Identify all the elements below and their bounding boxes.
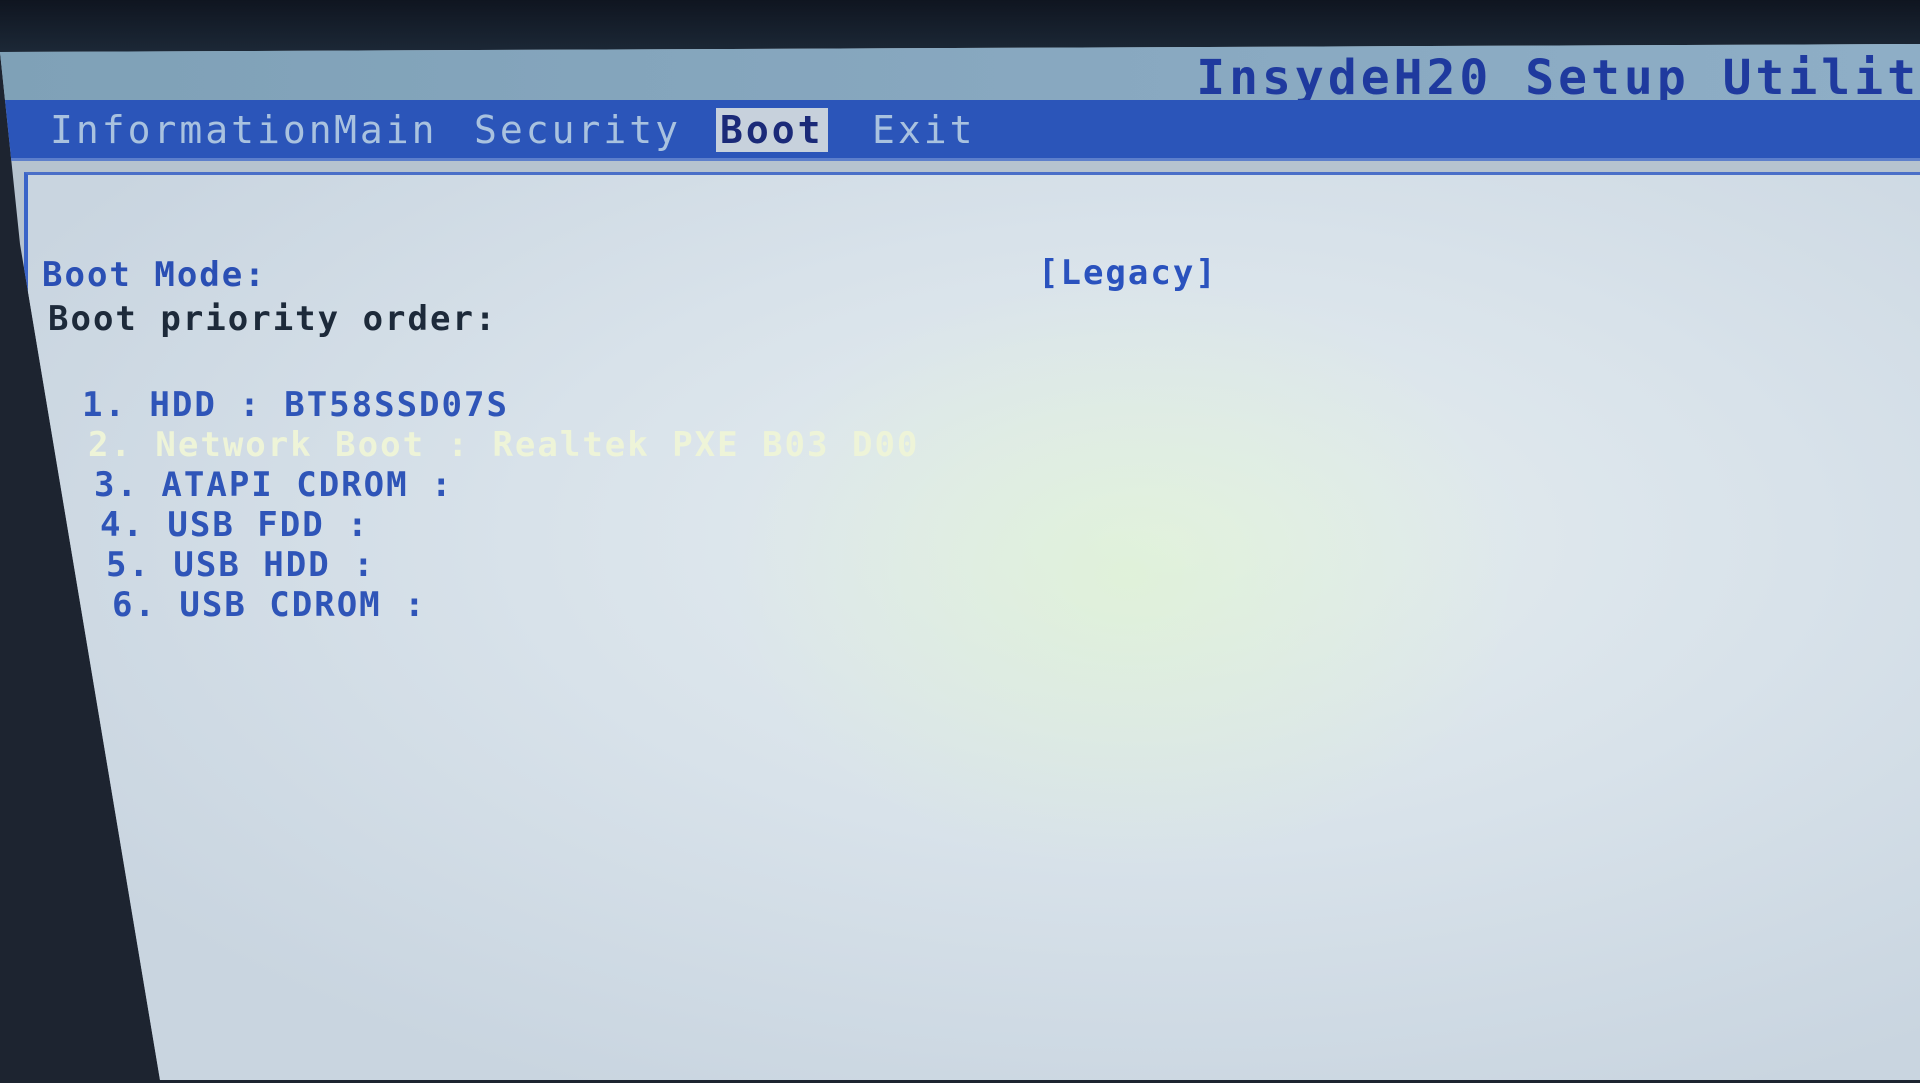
screen-glare	[728, 275, 1528, 875]
boot-mode-label: Boot Mode:	[42, 255, 267, 295]
app-title: InsydeH20 Setup Utilit	[1196, 50, 1920, 106]
boot-panel: Boot Mode: [Legacy] Boot priority order:…	[24, 172, 1920, 1080]
boot-priority-item[interactable]: 6. USB CDROM :	[112, 585, 427, 625]
menu-bar: Information Main Security Boot Exit	[0, 100, 1920, 161]
boot-priority-item[interactable]: 4. USB FDD :	[100, 505, 370, 545]
boot-priority-item[interactable]: 1. HDD : BT58SSD07S	[82, 385, 509, 425]
tab-security[interactable]: Security	[470, 108, 685, 152]
title-bar: InsydeH20 Setup Utilit	[0, 44, 1920, 106]
tab-boot[interactable]: Boot	[716, 108, 828, 152]
boot-mode-value[interactable]: [Legacy]	[1038, 253, 1218, 293]
tab-information[interactable]: Information	[46, 108, 339, 152]
boot-priority-item[interactable]: 5. USB HDD :	[106, 545, 376, 585]
tab-exit[interactable]: Exit	[868, 108, 980, 152]
boot-priority-item[interactable]: 3. ATAPI CDROM :	[94, 465, 454, 505]
tab-main[interactable]: Main	[330, 108, 442, 152]
bios-screen: InsydeH20 Setup Utilit Information Main …	[0, 44, 1920, 1080]
boot-priority-label: Boot priority order:	[48, 299, 498, 339]
boot-priority-item[interactable]: 2. Network Boot : Realtek PXE B03 D00	[88, 425, 919, 465]
